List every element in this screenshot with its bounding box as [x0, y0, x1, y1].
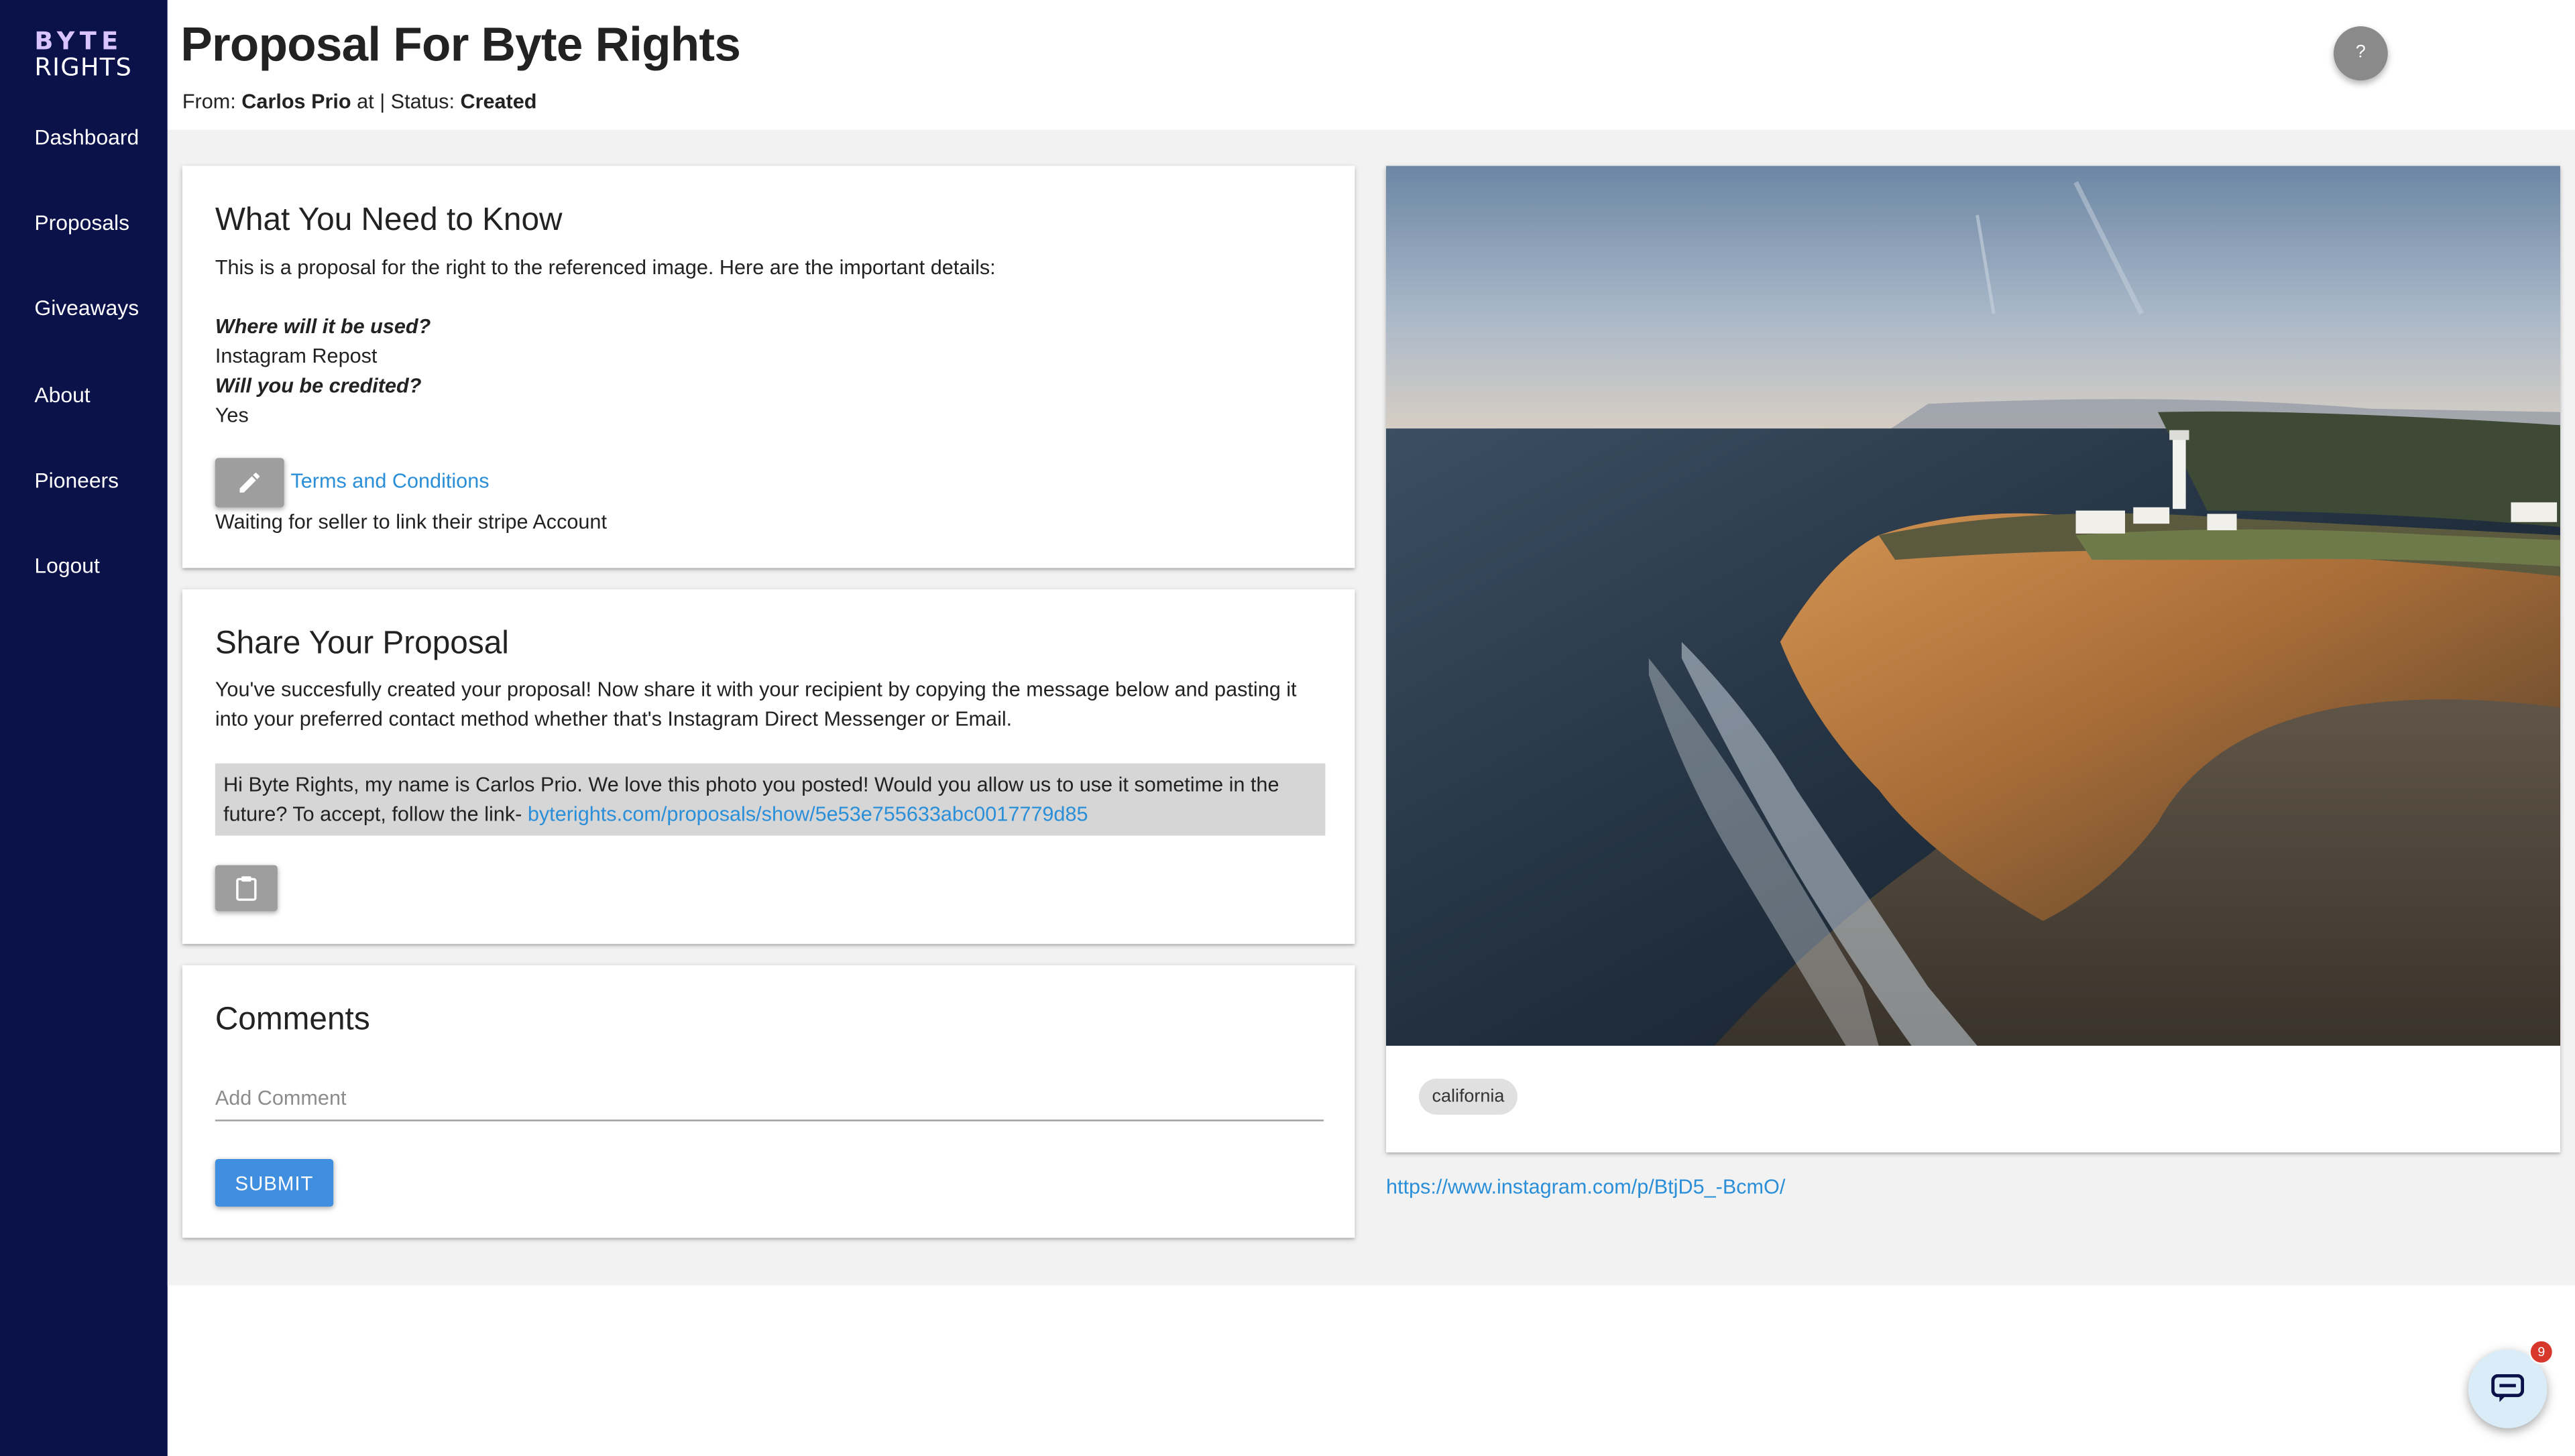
byte-rights-logo[interactable]: BYTE RIGHTS — [34, 29, 139, 80]
sidebar-item-logout[interactable]: Logout — [34, 553, 99, 578]
edit-button[interactable] — [215, 458, 284, 507]
tag-chip[interactable]: california — [1418, 1078, 1518, 1115]
share-card: Share Your Proposal You've succesfully c… — [182, 589, 1355, 945]
comments-card: Comments SUBMIT — [182, 965, 1355, 1238]
terms-link[interactable]: Terms and Conditions — [290, 467, 489, 496]
help-icon: ? — [2355, 42, 2366, 63]
chat-notification-badge: 9 — [2529, 1339, 2554, 1365]
share-card-title: Share Your Proposal — [215, 625, 509, 662]
status-label: at | Status: — [357, 90, 455, 113]
clipboard-icon — [236, 876, 257, 901]
credit-question: Will you be credited? — [215, 374, 422, 398]
sidebar-item-about[interactable]: About — [34, 383, 90, 408]
status-value: Created — [460, 90, 537, 113]
share-card-description: You've succesfully created your proposal… — [215, 678, 1297, 731]
usage-answer: Instagram Repost — [215, 345, 378, 368]
know-card: What You Need to Know This is a proposal… — [182, 166, 1355, 568]
help-button[interactable]: ? — [2334, 26, 2388, 81]
instagram-source-link[interactable]: https://www.instagram.com/p/BtjD5_-BcmO/ — [1386, 1175, 1785, 1198]
image-card: california — [1385, 166, 2560, 1153]
comment-input[interactable] — [215, 1077, 1324, 1121]
sidebar-item-dashboard[interactable]: Dashboard — [34, 125, 139, 149]
pencil-icon — [239, 473, 260, 493]
proposal-meta: From: Carlos Prio at | Status: Created — [182, 90, 537, 113]
referenced-photo — [1385, 166, 2560, 1046]
credit-answer: Yes — [215, 404, 249, 427]
proposal-share-link[interactable]: byterights.com/proposals/show/5e53e75563… — [528, 803, 1088, 826]
app-root: BYTE RIGHTS Dashboard Proposals Giveaway… — [0, 0, 2575, 1456]
share-message-box[interactable]: Hi Byte Rights, my name is Carlos Prio. … — [215, 763, 1326, 836]
from-label: From: — [182, 90, 236, 113]
logo-top-text: BYTE — [34, 26, 123, 56]
sidebar-item-proposals[interactable]: Proposals — [34, 210, 129, 235]
comments-title: Comments — [215, 1001, 370, 1038]
know-card-title: What You Need to Know — [215, 202, 563, 239]
submit-comment-button[interactable]: SUBMIT — [215, 1158, 334, 1207]
know-card-intro: This is a proposal for the right to the … — [215, 256, 996, 280]
usage-question: Where will it be used? — [215, 315, 431, 339]
sidebar-item-giveaways[interactable]: Giveaways — [34, 296, 139, 320]
page-title: Proposal For Byte Rights — [180, 19, 741, 72]
page-header: Proposal For Byte Rights From: Carlos Pr… — [167, 0, 2575, 130]
sidebar-item-pioneers[interactable]: Pioneers — [34, 468, 119, 493]
copy-message-button[interactable] — [215, 865, 278, 912]
logo-bottom-text: RIGHTS — [34, 52, 132, 82]
stripe-status-text: Waiting for seller to link their stripe … — [215, 510, 607, 534]
sidebar: BYTE RIGHTS Dashboard Proposals Giveaway… — [0, 0, 168, 1456]
chat-icon — [2491, 1374, 2525, 1402]
from-name: Carlos Prio — [241, 90, 351, 113]
